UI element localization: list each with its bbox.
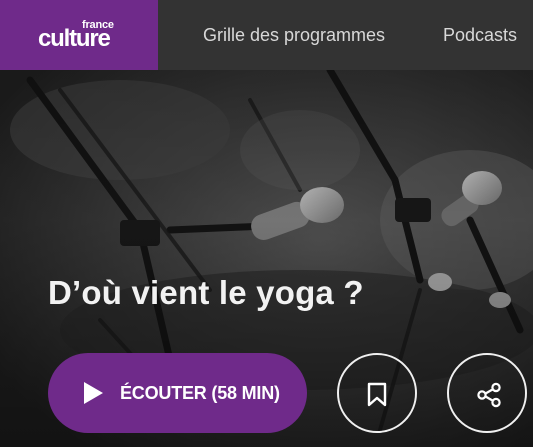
bookmark-icon <box>367 382 387 407</box>
listen-button-label: ÉCOUTER (58 MIN) <box>120 383 280 403</box>
episode-title: D’où vient le yoga ? <box>48 274 364 311</box>
france-culture-logo[interactable]: france culture <box>0 0 158 70</box>
play-icon <box>84 382 103 404</box>
logo-text-culture: culture <box>38 25 111 52</box>
bookmark-button[interactable] <box>337 353 417 433</box>
listen-button[interactable]: ÉCOUTER (58 MIN) <box>48 353 307 433</box>
share-icon <box>477 382 501 408</box>
share-button[interactable] <box>447 353 527 433</box>
nav-link-podcasts[interactable]: Podcasts <box>443 24 517 46</box>
site-header: france culture Grille des programmes Pod… <box>0 0 533 70</box>
nav-link-grille-des-programmes[interactable]: Grille des programmes <box>203 24 385 46</box>
